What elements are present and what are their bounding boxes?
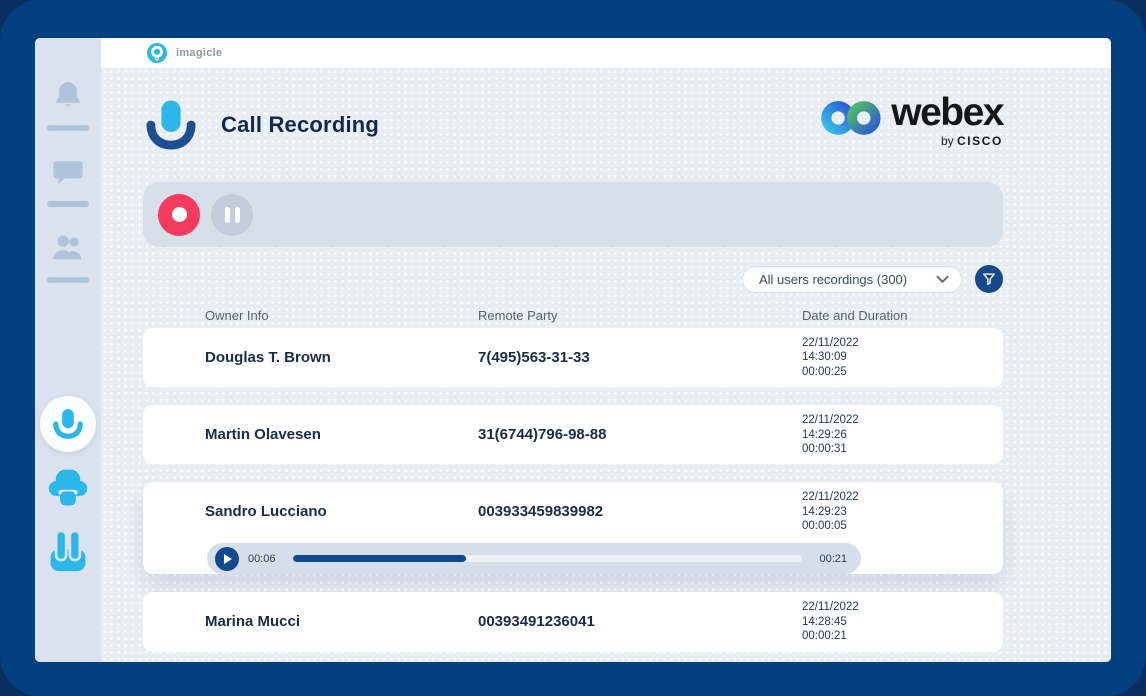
chevron-down-icon (936, 275, 949, 284)
bell-underline (47, 125, 89, 131)
webex-wordmark: webex (891, 94, 1003, 131)
imagicle-brand-text: imagicle (176, 47, 222, 59)
date-duration: 22/11/2022 14:28:45 00:00:21 (802, 592, 1003, 651)
main-area: imagicle Call Recording (101, 38, 1111, 662)
recording-row-2[interactable]: Martin Olavesen 31(6744)796-98-88 22/11/… (143, 405, 1003, 464)
chat-icon (49, 154, 87, 192)
recordings-dropdown-value: All users recordings (300) (759, 272, 907, 287)
seek-bar[interactable] (293, 555, 803, 562)
sidebar (35, 38, 101, 662)
recording-row-3-expanded[interactable]: Sandro Lucciano 003933459839982 22/11/20… (143, 482, 1003, 574)
record-button[interactable] (158, 194, 200, 236)
remote-party: 003933459839982 (478, 503, 802, 520)
printer-icon (47, 467, 89, 509)
app-window: imagicle Call Recording (35, 38, 1111, 662)
pause-icon (225, 207, 230, 223)
recordings-dropdown[interactable]: All users recordings (300) (742, 266, 962, 293)
play-icon (224, 554, 232, 564)
call-recording-icon (143, 98, 199, 152)
sidebar-item-queues[interactable] (46, 529, 90, 578)
page-header: Call Recording (143, 94, 1003, 160)
funnel-icon (982, 272, 996, 286)
date-duration: 22/11/2022 14:29:23 00:00:05 (802, 482, 1003, 541)
remote-party: 7(495)563-31-33 (478, 349, 802, 366)
owner-name: Sandro Lucciano (205, 503, 478, 520)
imagicle-topbar: imagicle (101, 38, 1111, 68)
remote-party: 31(6744)796-98-88 (478, 426, 802, 443)
webex-byline: by CISCO (941, 134, 1003, 148)
filter-button[interactable] (975, 265, 1003, 293)
recordings-list: Douglas T. Brown 7(495)563-31-33 22/11/2… (143, 328, 1003, 652)
recording-row-3-info: Sandro Lucciano 003933459839982 22/11/20… (143, 482, 1003, 541)
column-header-remote: Remote Party (478, 308, 802, 323)
page-title: Call Recording (221, 112, 379, 138)
player-progress-fill (293, 555, 466, 562)
sidebar-item-call-recording-active[interactable] (40, 396, 96, 452)
imagicle-logo-icon (147, 43, 167, 63)
record-dot-icon (172, 207, 187, 222)
owner-name: Douglas T. Brown (205, 349, 478, 366)
filter-row: All users recordings (300) (143, 265, 1003, 293)
hands-icon (46, 529, 90, 573)
audio-player: 00:06 00:21 (207, 543, 861, 574)
screen-background: imagicle Call Recording (0, 0, 1146, 696)
microphone-icon (51, 408, 85, 440)
sidebar-item-notifications[interactable] (47, 78, 89, 131)
bell-icon (49, 78, 87, 116)
content: Call Recording (101, 68, 1111, 662)
recording-row-1[interactable]: Douglas T. Brown 7(495)563-31-33 22/11/2… (143, 328, 1003, 387)
owner-name: Martin Olavesen (205, 426, 478, 443)
sidebar-item-print[interactable] (47, 467, 89, 514)
webex-infinity-icon (821, 96, 883, 140)
column-header-date: Date and Duration (802, 308, 1003, 323)
pause-button[interactable] (211, 194, 253, 236)
table-header-row: Owner Info Remote Party Date and Duratio… (143, 308, 1003, 323)
date-duration: 22/11/2022 14:29:26 00:00:31 (802, 405, 1003, 464)
sidebar-bottom-group (40, 396, 96, 578)
people-icon (49, 230, 87, 268)
pause-icon (235, 207, 240, 223)
date-duration: 22/11/2022 14:30:09 00:00:25 (802, 328, 1003, 387)
sidebar-item-chat[interactable] (47, 154, 89, 207)
webex-logo: webex by CISCO (821, 94, 1003, 148)
page-title-group: Call Recording (143, 94, 379, 152)
recording-row-4[interactable]: Marina Mucci 00393491236041 22/11/2022 1… (143, 592, 1003, 651)
owner-name: Marina Mucci (205, 613, 478, 630)
webex-wordmark-group: webex by CISCO (891, 94, 1003, 148)
remote-party: 00393491236041 (478, 613, 802, 630)
sidebar-item-contacts[interactable] (47, 230, 89, 283)
chat-underline (47, 201, 89, 207)
audio-player-wrap: 00:06 00:21 (207, 543, 861, 574)
elapsed-time: 00:06 (248, 553, 276, 565)
recorder-toolbar (143, 182, 1003, 247)
people-underline (47, 277, 89, 283)
total-time: 00:21 (819, 553, 847, 565)
column-header-owner: Owner Info (205, 308, 478, 323)
play-button[interactable] (215, 547, 239, 571)
